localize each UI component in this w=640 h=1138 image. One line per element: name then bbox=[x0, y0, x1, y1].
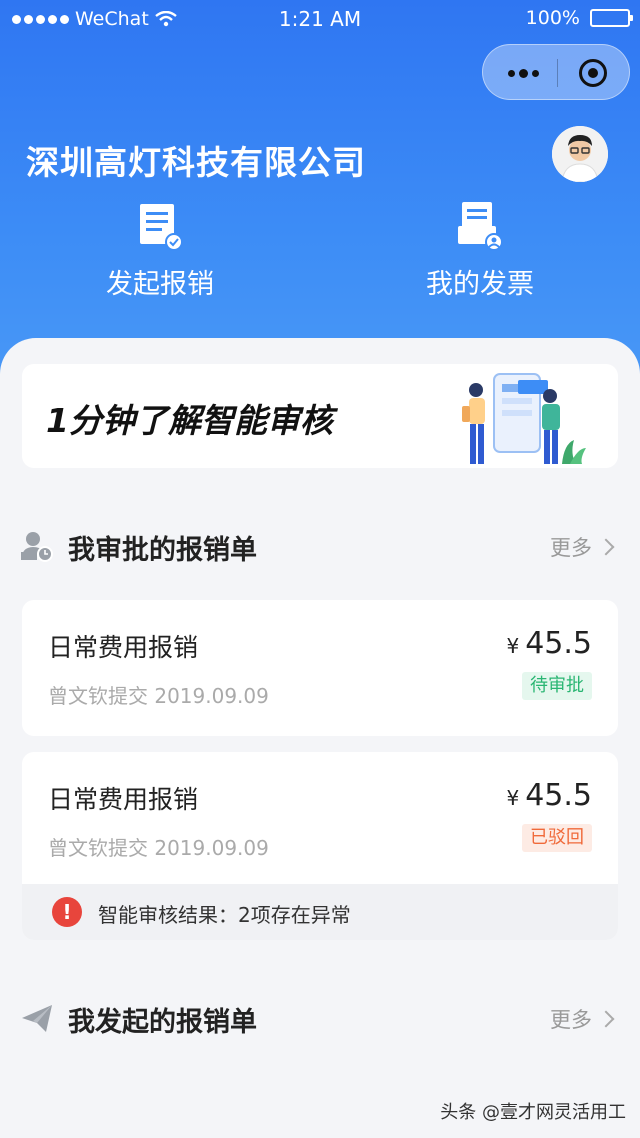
currency-symbol: ¥ bbox=[506, 786, 520, 810]
more-label: 更多 bbox=[550, 1008, 592, 1032]
status-badge: 待审批 bbox=[522, 672, 592, 700]
reimbursement-card[interactable]: 日常费用报销 曾文钦提交 2019.09.09 ¥45.5 已驳回 ! 智能审核… bbox=[22, 752, 618, 940]
exclamation-icon: ! bbox=[52, 897, 82, 927]
section-title: 我发起的报销单 bbox=[68, 1007, 257, 1038]
my-invoices-label: 我的发票 bbox=[426, 269, 534, 300]
banner-title: 1分钟了解智能审核 bbox=[46, 401, 333, 440]
section-my-submissions: 我发起的报销单 更多 bbox=[0, 992, 640, 1042]
card-submitter: 曾文钦提交 2019.09.09 bbox=[48, 836, 269, 860]
battery-percent: 100% bbox=[525, 7, 580, 29]
section-my-approvals: 我审批的报销单 更多 bbox=[0, 520, 640, 570]
start-reimbursement-button[interactable]: 发起报销 bbox=[60, 200, 260, 301]
invoice-user-icon bbox=[458, 202, 503, 251]
more-submissions-link[interactable]: 更多 bbox=[550, 1004, 615, 1034]
smart-review-alert: ! 智能审核结果：2项存在异常 bbox=[22, 884, 618, 940]
smart-review-banner[interactable]: 1分钟了解智能审核 bbox=[22, 364, 618, 468]
my-invoices-button[interactable]: 我的发票 bbox=[380, 200, 580, 301]
close-target-icon[interactable] bbox=[579, 59, 607, 87]
capsule-divider bbox=[557, 59, 558, 87]
chevron-right-icon bbox=[597, 538, 615, 556]
card-amount: ¥45.5 bbox=[506, 778, 592, 813]
mini-program-capsule bbox=[482, 44, 630, 100]
chevron-right-icon bbox=[597, 1010, 615, 1028]
card-submitter: 曾文钦提交 2019.09.09 bbox=[48, 684, 269, 708]
more-menu-icon[interactable] bbox=[501, 63, 545, 83]
card-title: 日常费用报销 bbox=[48, 633, 199, 662]
card-amount: ¥45.5 bbox=[506, 626, 592, 661]
currency-symbol: ¥ bbox=[506, 634, 520, 658]
user-avatar-icon bbox=[552, 126, 608, 182]
paper-plane-icon bbox=[22, 1005, 52, 1032]
reimbursement-card[interactable]: 日常费用报销 曾文钦提交 2019.09.09 ¥45.5 待审批 bbox=[22, 600, 618, 736]
start-reimbursement-label: 发起报销 bbox=[106, 269, 214, 300]
battery-icon bbox=[590, 9, 633, 27]
alert-text: 智能审核结果：2项存在异常 bbox=[98, 903, 351, 927]
more-label: 更多 bbox=[550, 536, 592, 560]
more-approvals-link[interactable]: 更多 bbox=[550, 532, 615, 562]
company-name: 深圳高灯科技有限公司 bbox=[26, 143, 366, 182]
amount-value: 45.5 bbox=[525, 626, 592, 661]
watermark-text: 头条 @壹才网灵活用工 bbox=[440, 1102, 626, 1123]
illustration-icon bbox=[462, 373, 586, 464]
amount-value: 45.5 bbox=[525, 778, 592, 813]
section-title: 我审批的报销单 bbox=[68, 535, 257, 566]
card-title: 日常费用报销 bbox=[48, 785, 199, 814]
status-bar: WeChat 1:21 AM 100% bbox=[0, 0, 640, 40]
user-clock-icon bbox=[21, 532, 53, 562]
status-badge: 已驳回 bbox=[522, 824, 592, 852]
avatar[interactable] bbox=[552, 126, 608, 182]
document-check-icon bbox=[140, 204, 183, 251]
